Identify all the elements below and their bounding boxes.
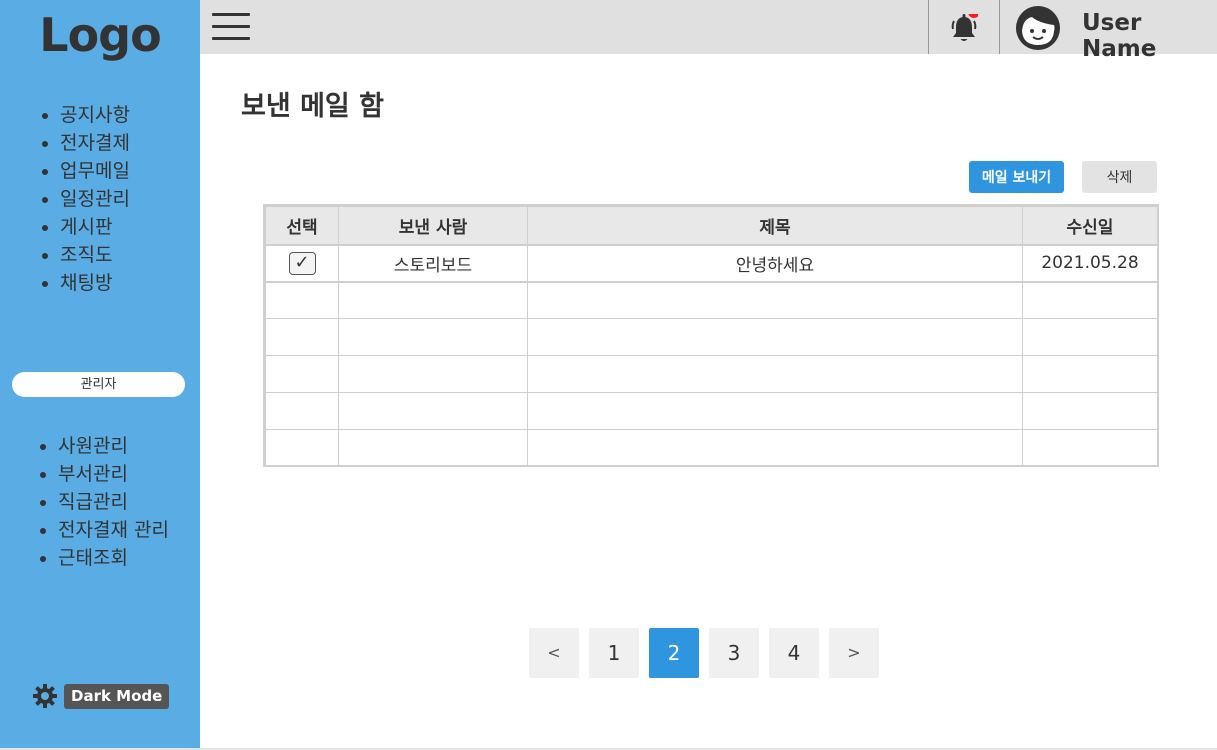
app-root: Logo 공지사항 전자결제 업무메일 일정관리 게시판 조직도 채팅방 관리자… bbox=[0, 0, 1217, 750]
sidebar-item-positions[interactable]: 직급관리 bbox=[38, 488, 169, 516]
sidebar-item-chat[interactable]: 채팅방 bbox=[40, 269, 130, 297]
main-menu: 공지사항 전자결제 업무메일 일정관리 게시판 조직도 채팅방 bbox=[40, 101, 130, 297]
column-header-sender: 보낸 사람 bbox=[338, 206, 528, 245]
table-row bbox=[265, 355, 1158, 393]
gear-icon bbox=[33, 684, 57, 708]
notification-button[interactable] bbox=[928, 0, 1000, 54]
send-mail-button[interactable]: 메일 보내기 bbox=[969, 161, 1064, 193]
row-subject bbox=[527, 429, 1023, 467]
delete-button[interactable]: 삭제 bbox=[1082, 161, 1157, 193]
row-checkbox[interactable]: ✓ bbox=[288, 251, 316, 275]
page-button-1[interactable]: 1 bbox=[589, 628, 639, 678]
table-row bbox=[265, 392, 1158, 430]
table-row bbox=[265, 318, 1158, 356]
row-subject[interactable]: 안녕하세요 bbox=[527, 243, 1023, 282]
top-header: User Name bbox=[200, 0, 1217, 62]
row-sender bbox=[338, 392, 528, 430]
sidebar-item-approval-admin[interactable]: 전자결재 관리 bbox=[38, 516, 169, 544]
sidebar-item-notice[interactable]: 공지사항 bbox=[40, 101, 130, 129]
row-date bbox=[1022, 318, 1158, 356]
bell-icon bbox=[951, 14, 978, 41]
row-date bbox=[1022, 429, 1158, 467]
row-sender bbox=[338, 280, 528, 319]
sidebar-item-schedule[interactable]: 일정관리 bbox=[40, 185, 130, 213]
dark-mode-label[interactable]: Dark Mode bbox=[64, 683, 170, 709]
sidebar-item-work-mail[interactable]: 업무메일 bbox=[40, 157, 130, 185]
row-sender bbox=[338, 429, 528, 467]
row-sender: 스토리보드 bbox=[338, 243, 528, 282]
table-row bbox=[265, 429, 1158, 467]
row-subject bbox=[527, 392, 1023, 430]
sidebar-item-e-payment[interactable]: 전자결제 bbox=[40, 129, 130, 157]
row-date bbox=[1022, 280, 1158, 319]
pagination: < 1 2 3 4 > bbox=[529, 628, 889, 678]
table-row[interactable]: ✓ 스토리보드 안녕하세요 2021.05.28 bbox=[265, 243, 1158, 282]
row-select-cell bbox=[265, 318, 339, 356]
sidebar-item-attendance[interactable]: 근태조회 bbox=[38, 544, 169, 572]
page-button-3[interactable]: 3 bbox=[709, 628, 759, 678]
sent-mail-table: 선택 보낸 사람 제목 수신일 ✓ 스토리보드 안녕하세요 2021.05.28 bbox=[263, 204, 1159, 467]
sidebar: Logo 공지사항 전자결제 업무메일 일정관리 게시판 조직도 채팅방 관리자… bbox=[0, 0, 200, 748]
row-subject bbox=[527, 280, 1023, 319]
logo[interactable]: Logo bbox=[0, 8, 200, 62]
table-row bbox=[265, 280, 1158, 319]
row-date bbox=[1022, 355, 1158, 393]
sidebar-item-board[interactable]: 게시판 bbox=[40, 213, 130, 241]
row-subject bbox=[527, 318, 1023, 356]
row-subject bbox=[527, 355, 1023, 393]
column-header-date: 수신일 bbox=[1022, 206, 1158, 245]
row-select-cell bbox=[265, 280, 339, 319]
row-select-cell bbox=[265, 392, 339, 430]
page-button-4[interactable]: 4 bbox=[769, 628, 819, 678]
row-select-cell: ✓ bbox=[265, 243, 339, 282]
sidebar-item-organization[interactable]: 조직도 bbox=[40, 241, 130, 269]
row-date bbox=[1022, 392, 1158, 430]
admin-menu: 사원관리 부서관리 직급관리 전자결재 관리 근태조회 bbox=[38, 432, 169, 572]
column-header-select: 선택 bbox=[265, 206, 339, 245]
row-sender bbox=[338, 318, 528, 356]
page-title: 보낸 메일 함 bbox=[241, 91, 384, 122]
page-button-2[interactable]: 2 bbox=[649, 628, 699, 678]
sidebar-item-departments[interactable]: 부서관리 bbox=[38, 460, 169, 488]
next-page-button[interactable]: > bbox=[829, 628, 879, 678]
prev-page-button[interactable]: < bbox=[529, 628, 579, 678]
hamburger-menu-icon[interactable] bbox=[212, 13, 250, 41]
row-select-cell bbox=[265, 355, 339, 393]
row-select-cell bbox=[265, 429, 339, 467]
dark-mode-toggle[interactable]: Dark Mode bbox=[32, 683, 170, 709]
avatar[interactable] bbox=[1015, 5, 1061, 51]
row-sender bbox=[338, 355, 528, 393]
row-date: 2021.05.28 bbox=[1022, 243, 1158, 282]
sidebar-item-employees[interactable]: 사원관리 bbox=[38, 432, 169, 460]
column-header-subject: 제목 bbox=[527, 206, 1023, 245]
admin-section-label: 관리자 bbox=[12, 372, 185, 397]
user-name[interactable]: User Name bbox=[1082, 10, 1217, 62]
table-header-row: 선택 보낸 사람 제목 수신일 bbox=[265, 206, 1158, 245]
